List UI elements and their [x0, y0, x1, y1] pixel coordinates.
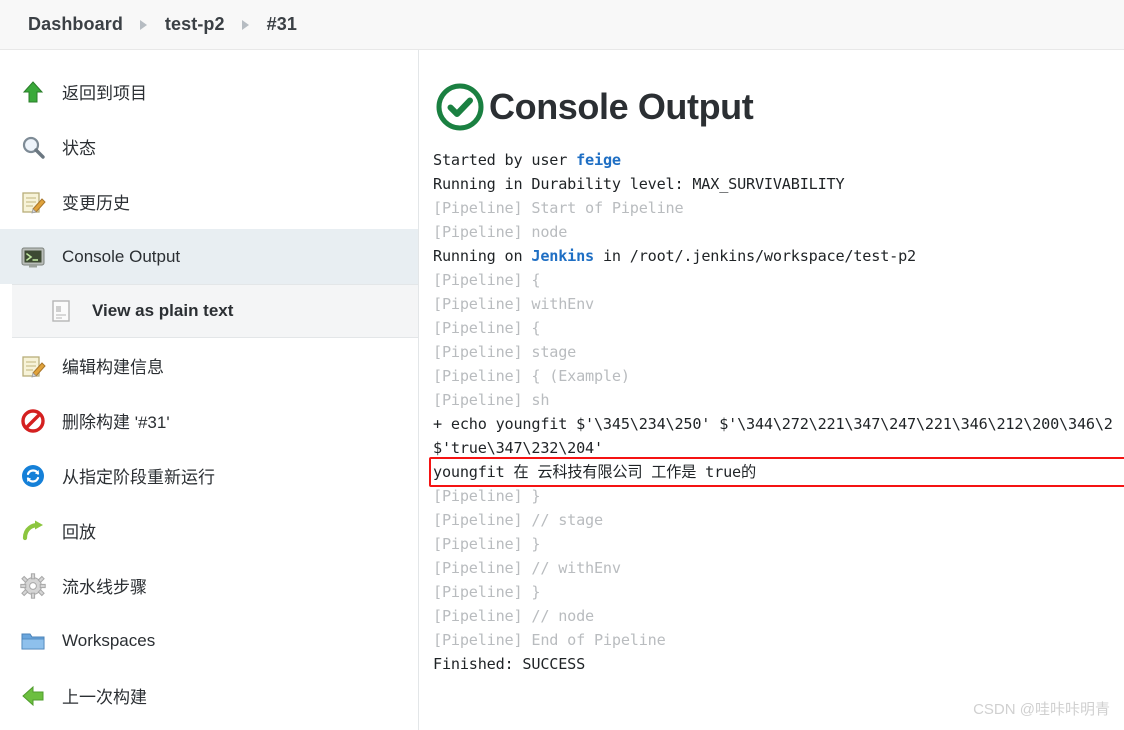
sidebar-item-after-5[interactable]: Workspaces — [0, 613, 418, 668]
console-log-pipeline-text: [Pipeline] Start of Pipeline — [433, 199, 684, 217]
console-log-line: [Pipeline] { (Example) — [433, 364, 1124, 388]
sidebar-item-label: 回放 — [62, 523, 96, 542]
console-log-line: [Pipeline] stage — [433, 340, 1124, 364]
sidebar-item-label: 从指定阶段重新运行 — [62, 468, 215, 487]
watermark: CSDN @哇咔咔明青 — [973, 701, 1110, 718]
console-log-line: [Pipeline] { — [433, 316, 1124, 340]
notepad-pencil-icon — [20, 189, 46, 215]
console-log-line: [Pipeline] // withEnv — [433, 556, 1124, 580]
sidebar-item-label: 变更历史 — [62, 194, 130, 213]
sidebar-item-after-6[interactable]: 上一次构建 — [0, 668, 418, 723]
console-log-line: [Pipeline] } — [433, 484, 1124, 508]
console-log-pipeline-text: [Pipeline] } — [433, 583, 541, 601]
console-log-pipeline-text: [Pipeline] stage — [433, 343, 577, 361]
console-log-line: Running on Jenkins in /root/.jenkins/wor… — [433, 244, 1124, 268]
console-log-pipeline-text: [Pipeline] // stage — [433, 511, 603, 529]
console-log-line: [Pipeline] { — [433, 268, 1124, 292]
blue-refresh-icon — [20, 463, 46, 489]
sidebar-item-label: 状态 — [62, 139, 96, 158]
sidebar-item-view-as-plain-text[interactable]: View as plain text — [12, 284, 418, 338]
sidebar-item-after-0[interactable]: 编辑构建信息 — [0, 338, 418, 393]
console-log-line: [Pipeline] // node — [433, 604, 1124, 628]
sidebar-item-2[interactable]: 变更历史 — [0, 174, 418, 229]
page-title: Console Output — [489, 86, 754, 127]
console-log-pipeline-text: [Pipeline] node — [433, 223, 568, 241]
chevron-right-icon — [225, 19, 267, 30]
console-log-pipeline-text: [Pipeline] // node — [433, 607, 594, 625]
console-log-line: [Pipeline] sh — [433, 388, 1124, 412]
console-log-highlight-line: youngfit 在 云科技有限公司 工作是 true的 — [433, 460, 1124, 484]
sidebar-item-after-2[interactable]: 从指定阶段重新运行 — [0, 448, 418, 503]
console-log-text: + echo youngfit $'\345\234\250' $'\344\2… — [433, 415, 1113, 433]
gear-icon — [20, 572, 46, 599]
console-log-line: [Pipeline] } — [433, 532, 1124, 556]
sidebar: 返回到项目 状态 变更历史 Console Output View as pla… — [0, 50, 419, 730]
notepad-pencil-icon — [20, 353, 46, 379]
console-log-line: [Pipeline] withEnv — [433, 292, 1124, 316]
chevron-right-icon — [123, 19, 165, 30]
console-log-text: $'true\347\232\204' — [433, 439, 603, 457]
breadcrumb-item-3[interactable]: #31 — [267, 14, 297, 35]
console-log-line: [Pipeline] Start of Pipeline — [433, 196, 1124, 220]
no-entry-icon — [20, 408, 46, 434]
console-log-line: + echo youngfit $'\345\234\250' $'\344\2… — [433, 412, 1124, 436]
console-log-line: [Pipeline] } — [433, 580, 1124, 604]
console-log-pipeline-text: [Pipeline] // withEnv — [433, 559, 621, 577]
console-log-line: [Pipeline] node — [433, 220, 1124, 244]
sidebar-secondary-list: 编辑构建信息 删除构建 '#31' 从指定阶段重新运行 回放 流水线步骤 Wor… — [0, 338, 418, 723]
console-log-text: Running in Durability level: MAX_SURVIVA… — [433, 175, 845, 193]
console-log-line: Started by user feige — [433, 148, 1124, 172]
console-log-pipeline-text: [Pipeline] withEnv — [433, 295, 594, 313]
sidebar-sub-item-label: View as plain text — [92, 301, 234, 320]
sidebar-item-label: Workspaces — [62, 630, 156, 650]
console-log-link[interactable]: feige — [576, 151, 621, 169]
console-log-line: $'true\347\232\204' — [433, 436, 1124, 460]
document-icon — [48, 298, 74, 324]
breadcrumb-item-2[interactable]: test-p2 — [165, 14, 225, 35]
console-log-pipeline-text: [Pipeline] { (Example) — [433, 367, 630, 385]
green-redo-arrow-icon — [20, 518, 46, 544]
console-log-pipeline-text: [Pipeline] { — [433, 271, 541, 289]
console-log-text: Running on — [433, 247, 532, 265]
sidebar-item-label: Console Output — [62, 246, 181, 266]
console-log-line: Running in Durability level: MAX_SURVIVA… — [433, 172, 1124, 196]
console-log-line: [Pipeline] End of Pipeline — [433, 628, 1124, 652]
terminal-icon — [20, 244, 46, 270]
console-log-text: Finished: SUCCESS — [433, 655, 586, 673]
up-arrow-green-icon — [20, 79, 46, 105]
sidebar-item-label: 上一次构建 — [62, 688, 147, 707]
console-log: Started by user feige Running in Durabili… — [433, 148, 1124, 676]
sidebar-item-after-4[interactable]: 流水线步骤 — [0, 558, 418, 613]
sidebar-item-1[interactable]: 状态 — [0, 119, 418, 174]
console-log-pipeline-text: [Pipeline] } — [433, 535, 541, 553]
console-log-text: youngfit 在 云科技有限公司 工作是 true的 — [433, 463, 756, 481]
breadcrumb-item-1[interactable]: Dashboard — [28, 14, 123, 35]
sidebar-sub-list: View as plain text — [0, 284, 418, 338]
breadcrumb: Dashboard test-p2 #31 — [0, 0, 1124, 50]
console-log-link[interactable]: Jenkins — [531, 247, 594, 265]
sidebar-item-0[interactable]: 返回到项目 — [0, 64, 418, 119]
console-log-text: Started by user — [433, 151, 577, 169]
left-arrow-green-icon — [20, 683, 46, 709]
console-log-pipeline-text: [Pipeline] } — [433, 487, 541, 505]
console-content-panel: Console Output Started by user feige Runn… — [419, 50, 1124, 730]
console-log-line: [Pipeline] // stage — [433, 508, 1124, 532]
sidebar-item-label: 删除构建 '#31' — [62, 413, 170, 432]
folder-icon — [20, 628, 46, 654]
page-title-row: Console Output — [433, 78, 1124, 136]
console-log-text: in /root/.jenkins/workspace/test-p2 — [594, 247, 916, 265]
console-log-pipeline-text: [Pipeline] sh — [433, 391, 550, 409]
sidebar-item-label: 流水线步骤 — [62, 578, 147, 597]
sidebar-item-after-1[interactable]: 删除构建 '#31' — [0, 393, 418, 448]
console-log-pipeline-text: [Pipeline] { — [433, 319, 541, 337]
sidebar-item-after-3[interactable]: 回放 — [0, 503, 418, 558]
sidebar-item-3[interactable]: Console Output — [0, 229, 418, 284]
success-check-circle-icon — [433, 80, 487, 134]
sidebar-primary-list: 返回到项目 状态 变更历史 Console Output — [0, 64, 418, 284]
sidebar-item-label: 返回到项目 — [62, 84, 147, 103]
console-log-pipeline-text: [Pipeline] End of Pipeline — [433, 631, 666, 649]
console-log-line: Finished: SUCCESS — [433, 652, 1124, 676]
magnifier-icon — [20, 134, 46, 160]
sidebar-item-label: 编辑构建信息 — [62, 358, 164, 377]
